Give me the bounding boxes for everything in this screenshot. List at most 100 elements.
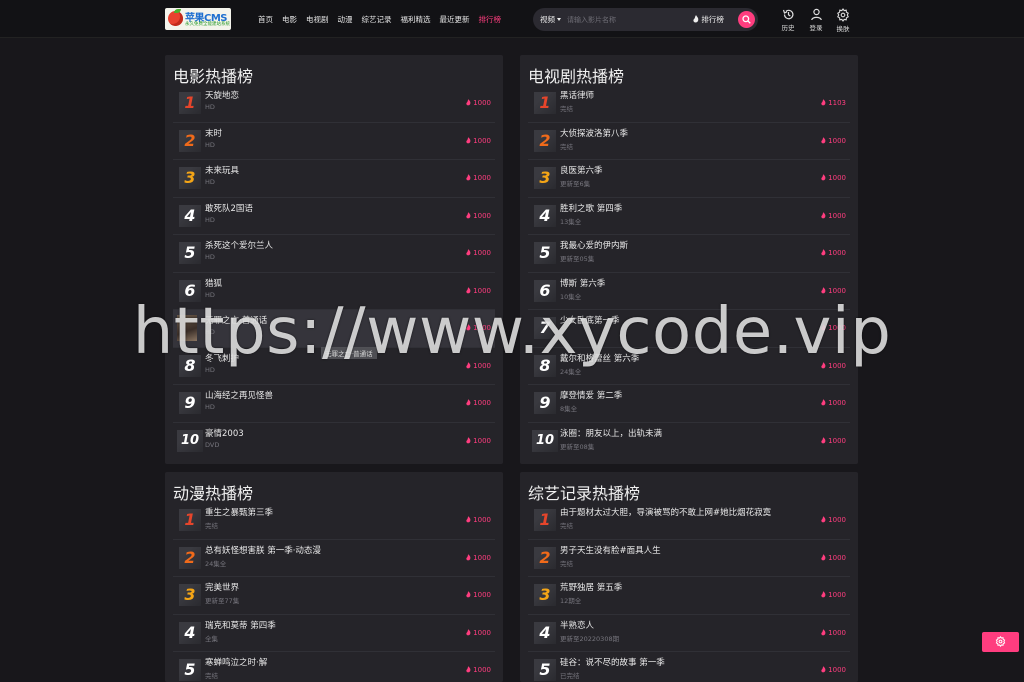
item-title[interactable]: 猎狐 xyxy=(205,277,222,289)
search-button[interactable] xyxy=(738,11,755,28)
item-title[interactable]: 半熟恋人 xyxy=(560,619,594,631)
list-item[interactable]: 5 硅谷：说不尽的故事 第一季 已完结 1000 xyxy=(528,652,850,682)
list-item[interactable]: 10 豪情2003 DVD 1000 xyxy=(173,423,495,461)
nav-item-tv[interactable]: 电视剧 xyxy=(306,14,329,25)
list-item[interactable]: 9 摩登情爱 第二季 8集全 1000 xyxy=(528,385,850,423)
item-title[interactable]: 山海经之再见怪兽 xyxy=(205,389,273,401)
list-item[interactable]: 6 猎狐 HD 1000 xyxy=(173,273,495,310)
list-item[interactable]: 5 寒蝉鸣泣之时·解 完结 1000 xyxy=(173,652,495,682)
item-title[interactable]: 豪情2003 xyxy=(205,427,244,439)
item-title[interactable]: 良医第六季 xyxy=(560,164,603,176)
item-status: 完结 xyxy=(560,142,573,151)
nav-item-featured[interactable]: 福利精选 xyxy=(401,14,431,25)
skin-button[interactable]: 换肤 xyxy=(834,8,852,33)
rank-badge: 5 xyxy=(179,242,201,264)
item-title[interactable]: 寒蝉鸣泣之时·解 xyxy=(205,656,267,668)
item-title[interactable]: 杀死这个爱尔兰人 xyxy=(205,239,273,251)
nav-item-variety[interactable]: 综艺记录 xyxy=(362,14,392,25)
poster-thumbnail[interactable] xyxy=(177,315,197,341)
flame-icon xyxy=(466,174,471,181)
item-score: 1000 xyxy=(821,399,846,407)
list-item[interactable]: 1 黑话律师 完结 1103 xyxy=(528,85,850,123)
item-title[interactable]: 敢死队2国语 xyxy=(205,202,253,214)
item-title[interactable]: 荒野独居 第五季 xyxy=(560,581,622,593)
item-title[interactable]: 大侦探波洛第八季 xyxy=(560,127,628,139)
login-button[interactable]: 登录 xyxy=(807,8,825,32)
item-title[interactable]: 末时 xyxy=(205,127,222,139)
list-item[interactable]: 2 大侦探波洛第八季 完结 1000 xyxy=(528,123,850,160)
item-title[interactable]: 总有妖怪想害朕 第一季·动态漫 xyxy=(205,544,321,556)
item-title[interactable]: 由于题材太过大胆，导演被骂的不敢上网#她比烟花寂寞 xyxy=(560,506,771,518)
list-item[interactable]: 3 未来玩具 HD 1000 xyxy=(173,160,495,198)
list-item[interactable]: 2 总有妖怪想害朕 第一季·动态漫 24集全 1000 xyxy=(173,540,495,577)
flame-icon xyxy=(466,136,471,143)
list-item[interactable]: 1 重生之暴甄第三季 完结 1000 xyxy=(173,502,495,540)
list-item[interactable]: 4 胜利之歌 第四季 13集全 1000 xyxy=(528,198,850,235)
search-input[interactable] xyxy=(567,13,687,26)
item-title[interactable]: 我最心爱的伊内斯 xyxy=(560,239,628,251)
list-item[interactable]: 3 完美世界 更新至77集 1000 xyxy=(173,577,495,615)
nav-item-ranking[interactable]: 排行榜 xyxy=(479,14,502,25)
nav-item-movie[interactable]: 电影 xyxy=(282,14,297,25)
item-title[interactable]: 无罪之亡·普通话 xyxy=(205,314,267,326)
user-icon xyxy=(810,8,822,21)
item-title[interactable]: 天旋地恋 xyxy=(205,89,239,101)
item-title[interactable]: 戴尔和格蕾丝 第六季 xyxy=(560,352,639,364)
list-item[interactable]: 5 杀死这个爱尔兰人 HD 1000 xyxy=(173,235,495,273)
list-item[interactable]: 9 山海经之再见怪兽 HD 1000 xyxy=(173,385,495,423)
item-title[interactable]: 男子天生没有脸#面具人生 xyxy=(560,544,661,556)
nav-item-home[interactable]: 首页 xyxy=(258,14,273,25)
flame-icon xyxy=(821,249,826,256)
list-item[interactable]: 7 少女卧底第一季 1000 xyxy=(528,310,850,348)
item-title[interactable]: 完美世界 xyxy=(205,581,239,593)
list-item[interactable]: 1 由于题材太过大胆，导演被骂的不敢上网#她比烟花寂寞 完结 1000 xyxy=(528,502,850,540)
rank-badge: 3 xyxy=(179,584,201,606)
rank-badge: 4 xyxy=(179,204,201,227)
rank-badge: 3 xyxy=(534,584,556,606)
movie-ranking-panel: 电影热播榜 1 天旋地恋 HD 1000 2 末时 HD 1000 3 未来玩具 HD 10… xyxy=(165,55,503,464)
item-title[interactable]: 泳圈：朋友以上，出轨未满 xyxy=(560,427,662,439)
flame-icon xyxy=(821,99,826,106)
item-title[interactable]: 黑话律师 xyxy=(560,89,594,101)
item-status: 24集全 xyxy=(205,559,227,568)
rank-badge: 2 xyxy=(534,546,556,569)
search-category-select[interactable]: 视频 xyxy=(540,14,561,25)
list-item[interactable]: 1 天旋地恋 HD 1000 xyxy=(173,85,495,123)
list-item[interactable]: 3 良医第六季 更新至6集 1000 xyxy=(528,160,850,198)
item-status: 24集全 xyxy=(560,367,582,376)
history-button[interactable]: 历史 xyxy=(779,8,797,32)
item-score: 1000 xyxy=(466,437,491,445)
nav-item-anime[interactable]: 动漫 xyxy=(338,14,353,25)
item-title[interactable]: 摩登情爱 第二季 xyxy=(560,389,622,401)
flame-icon xyxy=(466,99,471,106)
list-item[interactable]: 10 泳圈：朋友以上，出轨未满 更新至08集 1000 xyxy=(528,423,850,461)
nav-item-recent[interactable]: 最近更新 xyxy=(440,14,470,25)
list-item[interactable]: 3 荒野独居 第五季 12期全 1000 xyxy=(528,577,850,615)
search-hot-link[interactable]: 排行榜 xyxy=(693,14,724,25)
list-item[interactable]: 8 戴尔和格蕾丝 第六季 24集全 1000 xyxy=(528,348,850,385)
rank-badge: 4 xyxy=(179,621,201,644)
gear-icon xyxy=(837,8,849,22)
list-item[interactable]: 4 瑞克和莫蒂 第四季 全集 1000 xyxy=(173,615,495,652)
list-item[interactable]: 4 敢死队2国语 HD 1000 xyxy=(173,198,495,235)
list-item[interactable]: 2 末时 HD 1000 xyxy=(173,123,495,160)
site-logo[interactable]: 苹果CMS 永久免费全能建站系统 xyxy=(165,8,231,30)
item-status: 完结 xyxy=(205,672,218,680)
item-title[interactable]: 胜利之歌 第四季 xyxy=(560,202,622,214)
item-score: 1000 xyxy=(821,174,846,182)
list-item[interactable]: 6 博斯 第六季 10集全 1000 xyxy=(528,273,850,310)
list-item[interactable]: 5 我最心爱的伊内斯 更新至05集 1000 xyxy=(528,235,850,273)
theme-toggle-button[interactable] xyxy=(982,632,1019,652)
item-title[interactable]: 少女卧底第一季 xyxy=(560,314,620,326)
list-item[interactable]: 4 半熟恋人 更新至20220308期 1000 xyxy=(528,615,850,652)
item-title[interactable]: 博斯 第六季 xyxy=(560,277,605,289)
item-score: 1000 xyxy=(821,249,846,257)
list-item[interactable]: 无罪之亡·普通话 HD 1000 xyxy=(173,310,495,348)
item-title[interactable]: 重生之暴甄第三季 xyxy=(205,506,273,518)
flame-icon xyxy=(466,361,471,368)
item-title[interactable]: 硅谷：说不尽的故事 第一季 xyxy=(560,656,665,668)
list-item[interactable]: 2 男子天生没有脸#面具人生 完结 1000 xyxy=(528,540,850,577)
item-title[interactable]: 瑞克和莫蒂 第四季 xyxy=(205,619,276,631)
item-title[interactable]: 未来玩具 xyxy=(205,164,239,176)
item-title[interactable]: 冬飞刺护 xyxy=(205,352,239,364)
